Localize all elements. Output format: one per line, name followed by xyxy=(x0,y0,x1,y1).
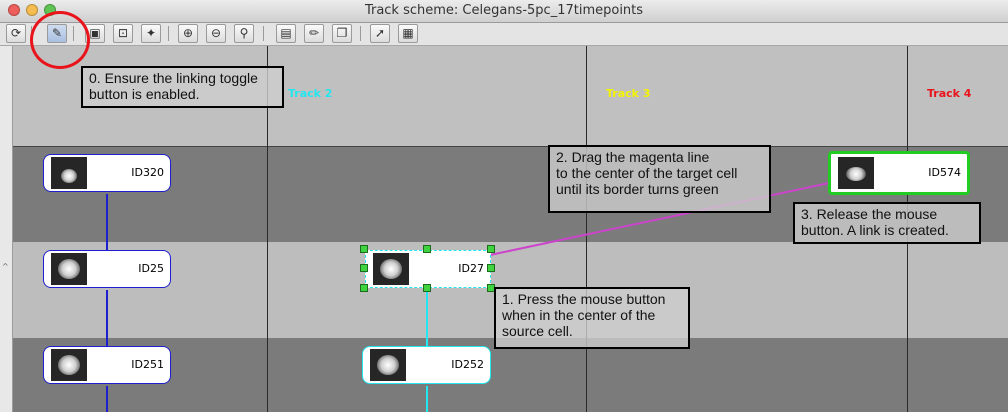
highlight-circle xyxy=(30,11,90,69)
cell-thumbnail xyxy=(51,349,87,381)
spot-node[interactable]: ID25 xyxy=(43,250,171,288)
collapse-arrow-icon[interactable]: ^ xyxy=(2,262,9,271)
annotation-step-2: 2. Drag the magenta line to the center o… xyxy=(548,145,771,213)
spot-id: ID25 xyxy=(138,262,164,275)
toolbar: ⟳ ✎ ▣ ⊡ ✦ ⊕ ⊖ ⚲ ▤ ✏ ❐ ➚ ▦ xyxy=(0,23,1008,46)
annotation-step-3: 3. Release the mouse button. A link is c… xyxy=(793,202,981,244)
window-title: Track scheme: Celegans-5pc_17timepoints xyxy=(364,3,644,18)
selection-handle[interactable] xyxy=(423,284,431,292)
cursor-icon[interactable]: ➚ xyxy=(370,24,390,43)
fit-icon[interactable]: ⊡ xyxy=(113,24,133,43)
spot-node[interactable]: ID251 xyxy=(43,346,171,384)
selection-handle[interactable] xyxy=(487,264,495,272)
cell-thumbnail xyxy=(51,253,87,285)
target-spot-node[interactable]: ID574 xyxy=(828,151,970,195)
zoom-in-icon[interactable]: ⊕ xyxy=(178,24,198,43)
refresh-icon[interactable]: ⟳ xyxy=(6,24,26,43)
spot-id: ID574 xyxy=(928,166,961,179)
copy-icon[interactable]: ❐ xyxy=(332,24,352,43)
zoom-out-icon[interactable]: ⊖ xyxy=(206,24,226,43)
spot-node[interactable]: ID252 xyxy=(362,346,491,384)
table-icon[interactable]: ▦ xyxy=(398,24,418,43)
spot-id: ID320 xyxy=(131,166,164,179)
cell-thumbnail xyxy=(373,253,409,285)
title-bar: Track scheme: Celegans-5pc_17timepoints xyxy=(0,0,1008,23)
spot-id: ID27 xyxy=(458,262,484,275)
selection-handle[interactable] xyxy=(360,245,368,253)
spot-id: ID251 xyxy=(131,358,164,371)
spot-node[interactable]: ID320 xyxy=(43,154,171,192)
toolbar-separator xyxy=(263,26,264,41)
cell-thumbnail xyxy=(838,157,874,189)
spot-id: ID252 xyxy=(451,358,484,371)
selection-handle[interactable] xyxy=(360,264,368,272)
selection-handle[interactable] xyxy=(487,245,495,253)
annotation-step-1: 1. Press the mouse button when in the ce… xyxy=(494,287,690,349)
toolbar-separator xyxy=(360,26,361,41)
annotation-step-0: 0. Ensure the linking toggle button is e… xyxy=(81,66,284,108)
zoom-reset-icon[interactable]: ⚲ xyxy=(234,24,254,43)
save-icon[interactable]: ▤ xyxy=(276,24,296,43)
toolbar-separator xyxy=(168,26,169,41)
source-spot-node[interactable]: ID27 xyxy=(365,250,491,288)
edit-icon[interactable]: ✏ xyxy=(304,24,324,43)
left-gutter: ^ xyxy=(0,46,13,412)
selection-handle[interactable] xyxy=(423,245,431,253)
cell-thumbnail xyxy=(370,349,406,381)
selection-handle[interactable] xyxy=(360,284,368,292)
select-icon[interactable]: ✦ xyxy=(141,24,161,43)
cell-thumbnail xyxy=(51,157,87,189)
